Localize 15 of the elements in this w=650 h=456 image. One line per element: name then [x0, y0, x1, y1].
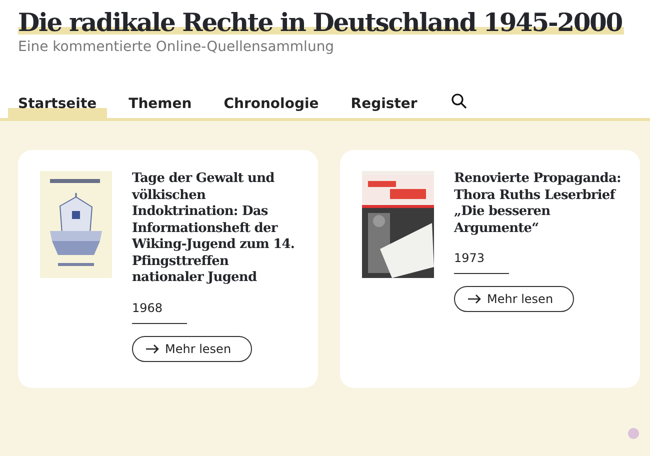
dot-icon	[628, 428, 639, 439]
nav-tab[interactable]: Startseite	[8, 96, 107, 118]
site-subtitle: Eine kommentierte Online-Quellensammlung	[18, 39, 334, 55]
arrow-icon	[468, 294, 481, 304]
article-year: 1968	[132, 300, 187, 324]
article-year: 1973	[454, 251, 509, 274]
read-more-button[interactable]: Mehr lesen	[132, 336, 252, 362]
article-title[interactable]: Tage der Gewalt und völkischen Indoktrination: Das Informationsheft der Wiking-Jugend zum 14. Pfingsttreffen nationaler Jugend	[132, 171, 300, 286]
nav-tab[interactable]: Themen	[118, 96, 202, 118]
nav-tab[interactable]: Chronologie	[214, 96, 329, 118]
nav-tab[interactable]: Register	[340, 96, 428, 118]
article-title[interactable]: Renovierte Propaganda: Thora Ruths Leserbrief „Die besseren Argumente“	[454, 171, 622, 237]
arrow-icon	[146, 344, 159, 354]
search-icon[interactable]	[451, 93, 468, 109]
read-more-button[interactable]: Mehr lesen	[454, 286, 574, 312]
